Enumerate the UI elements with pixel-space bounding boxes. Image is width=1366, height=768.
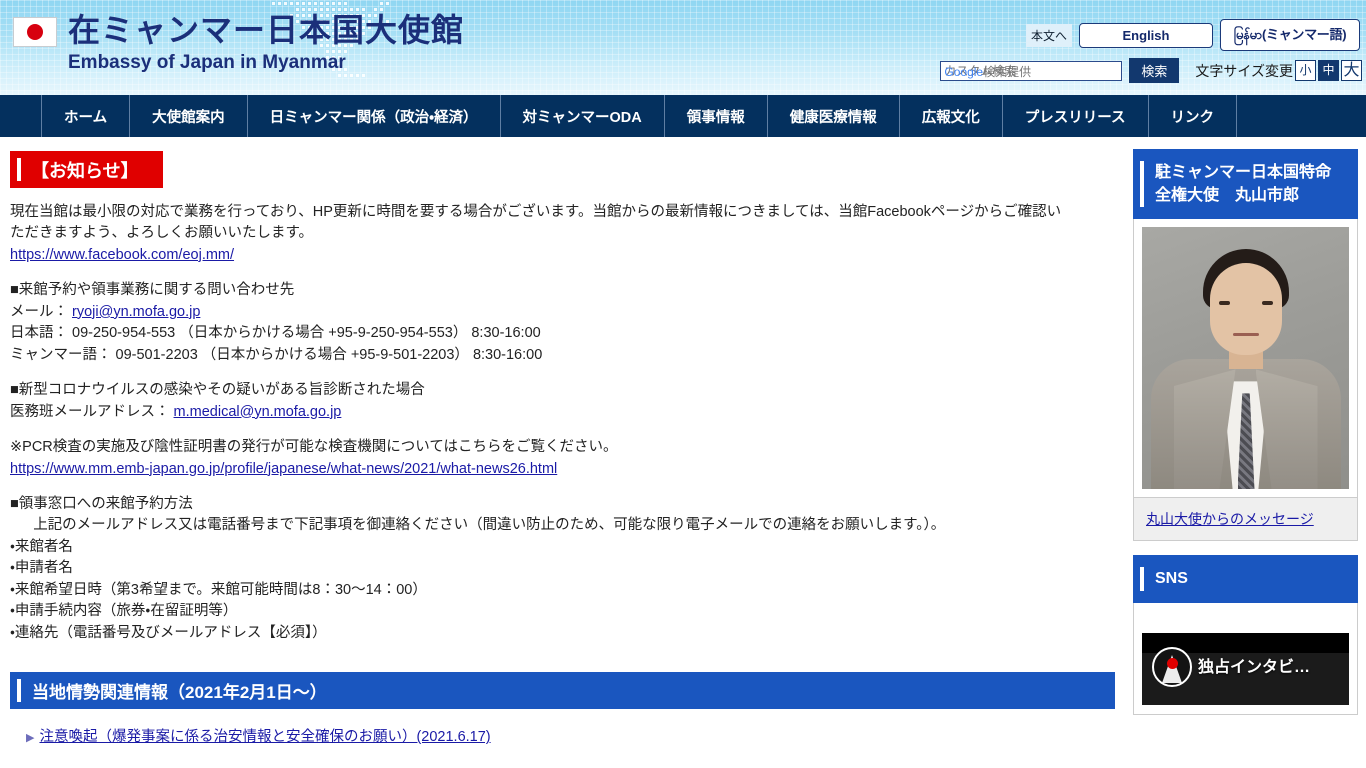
notice-badge-label: 【お知らせ】	[31, 160, 139, 181]
section-header-label: 当地情勢関連情報（2021年2月1日〜）	[32, 683, 327, 703]
notice-accent-bar	[17, 158, 21, 181]
embassy-logo-icon	[1152, 646, 1192, 687]
notice-badge: 【お知らせ】	[10, 151, 163, 188]
main-content: 【お知らせ】 現在当館は最小限の対応で業務を行っており、HP更新に時間を要する場…	[0, 137, 1125, 768]
section-accent-bar	[17, 679, 21, 703]
video-title: 独占インタビ…	[1198, 658, 1311, 676]
utility-language-row: 本文へ English မြန်မာ(ミャンマー語)	[1025, 19, 1360, 51]
section-header-local-situation: 当地情勢関連情報（2021年2月1日〜）	[10, 672, 1115, 710]
portrait-eye-left	[1218, 301, 1230, 306]
contact-mail-label: メール：	[10, 303, 68, 320]
ambassador-portrait-image	[1142, 227, 1349, 490]
main-navigation: ホーム 大使館案内 日ミャンマー関係（政治・経済） 対ミャンマーODA 領事情報…	[0, 95, 1366, 137]
reservation-heading: ■領事窓口への来館予約方法	[10, 495, 193, 512]
page-body: 【お知らせ】 現在当館は最小限の対応で業務を行っており、HP更新に時間を要する場…	[0, 137, 1366, 768]
reservation-item-3: ・来館希望日時（第3希望まで。来館可能時間は8：30〜14：00）	[10, 581, 427, 598]
sidebar-accent-bar	[1140, 161, 1144, 208]
consular-email-link[interactable]: ryoji@yn.mofa.go.jp	[72, 304, 200, 320]
fontsize-label: 文字サイズ変更	[1195, 62, 1293, 79]
fontsize-small-button[interactable]: 小	[1295, 60, 1316, 81]
flag-sun-circle	[27, 24, 43, 40]
intro-line-1: 現在当館は最小限の対応で業務を行っており、HP更新に時間を要する場合がございます…	[10, 204, 1062, 220]
intro-line-2: ただきますよう、よろしくお願いいたします。	[10, 225, 314, 242]
site-subtitle: Embassy of Japan in Myanmar	[68, 52, 346, 73]
site-title: 在ミャンマー日本国大使館	[68, 12, 465, 48]
skip-to-content-link[interactable]: 本文へ	[1025, 23, 1072, 47]
sns-heading-box: SNS	[1133, 555, 1358, 603]
pcr-note: ※PCR検査の実施及び陰性証明書の発行が可能な検査機関についてはこちらをご覧くだ…	[10, 439, 618, 456]
ambassador-message-box: 丸山大使からのメッセージ	[1133, 498, 1358, 542]
nav-item-oda[interactable]: 対ミャンマーODA	[499, 95, 664, 137]
reservation-item-1: ・来館者名	[10, 538, 73, 555]
list-item[interactable]: ▶ 注意喚起（爆発事案に係る治安情報と安全確保のお願い）(2021.6.17)	[26, 725, 1125, 746]
contact-mail-line: メール： ryoji@yn.mofa.go.jp	[10, 302, 1115, 323]
language-myanmar-button[interactable]: မြန်မာ(ミャンマー語)	[1220, 19, 1360, 51]
ambassador-photo-card	[1133, 219, 1358, 499]
search-button[interactable]: 検索	[1129, 58, 1180, 83]
covid-heading: ■新型コロナウイルスの感染やその疑いがある旨診断された場合	[10, 382, 425, 399]
facebook-link[interactable]: https://www.facebook.com/eoj.mm/	[10, 247, 234, 263]
contact-japanese-line: 日本語： 09-250-954-553 （日本からかける場合 +95-9-250…	[10, 325, 541, 342]
contact-myanmar-line: ミャンマー語： 09-501-2203 （日本からかける場合 +95-9-501…	[10, 346, 543, 363]
reservation-item-2: ・申請者名	[10, 560, 73, 577]
nav-item-embassy[interactable]: 大使館案内	[129, 95, 247, 137]
pcr-info-link[interactable]: https://www.mm.emb-japan.go.jp/profile/j…	[10, 461, 557, 477]
video-thumbnail[interactable]: 独占インタビ…	[1142, 632, 1349, 705]
language-english-button[interactable]: English	[1079, 22, 1213, 48]
logo-sun-dot	[1166, 658, 1178, 670]
portrait-eye-right	[1261, 301, 1273, 306]
sns-heading-label: SNS	[1155, 570, 1188, 588]
search-field-wrapper: Google検索提供	[940, 60, 1123, 81]
sns-accent-bar	[1140, 567, 1144, 591]
covid-mail-label: 医務班メールアドレス：	[10, 403, 170, 420]
ambassador-heading-label: 駐ミャンマー日本国特命全権大使 丸山市郎	[1155, 164, 1332, 205]
reservation-item-4: ・申請手続内容（旅券・在留証明等）	[10, 603, 238, 620]
nav-item-culture[interactable]: 広報文化	[898, 95, 1002, 137]
site-header: 在ミャンマー日本国大使館 Embassy of Japan in Myanmar…	[0, 0, 1366, 95]
nav-item-health[interactable]: 健康医療情報	[766, 95, 899, 137]
notice-body: 現在当館は最小限の対応で業務を行っており、HP更新に時間を要する場合がございます…	[10, 202, 1115, 644]
arrow-bullet-icon: ▶	[26, 732, 35, 745]
fontsize-large-button[interactable]: 大	[1341, 60, 1362, 81]
search-input[interactable]	[940, 60, 1123, 81]
nav-item-links[interactable]: リンク	[1147, 95, 1238, 137]
medical-email-link[interactable]: m.medical@yn.mofa.go.jp	[174, 404, 342, 420]
portrait-mouth	[1232, 333, 1259, 337]
fontsize-medium-button[interactable]: 中	[1318, 60, 1339, 81]
reservation-item-5: ・連絡先（電話番号及びメールアドレス【必須】）	[10, 624, 327, 641]
reservation-description: 上記のメールアドレス又は電話番号まで下記事項を御連絡ください（間違い防止のため、…	[33, 517, 946, 534]
alert-notice-link[interactable]: 注意喚起（爆発事案に係る治安情報と安全確保のお願い）(2021.6.17)	[39, 729, 490, 745]
nav-item-relations[interactable]: 日ミャンマー関係（政治・経済）	[246, 95, 500, 137]
portrait-face	[1209, 263, 1282, 356]
contact-heading: ■来館予約や領事業務に関する問い合わせ先	[10, 282, 295, 299]
nav-item-press[interactable]: プレスリリース	[1001, 95, 1148, 137]
covid-mail-line: 医務班メールアドレス： m.medical@yn.mofa.go.jp	[10, 402, 1115, 423]
utility-search-row: Google検索提供 検索 文字サイズ変更 小 中 大	[940, 58, 1362, 83]
nav-item-home[interactable]: ホーム	[41, 95, 129, 137]
ambassador-message-link[interactable]: 丸山大使からのメッセージ	[1146, 511, 1314, 527]
local-situation-link-list: ▶ 注意喚起（爆発事案に係る治安情報と安全確保のお願い）(2021.6.17)	[26, 725, 1125, 746]
japan-flag-icon	[13, 17, 57, 47]
nav-item-consular[interactable]: 領事情報	[663, 95, 767, 137]
ambassador-heading-box: 駐ミャンマー日本国特命全権大使 丸山市郎	[1133, 149, 1358, 220]
sidebar: 駐ミャンマー日本国特命全権大使 丸山市郎 丸山大使からのメッセージ SNS 独占…	[1125, 137, 1366, 768]
sns-content: 独占インタビ…	[1133, 602, 1358, 715]
